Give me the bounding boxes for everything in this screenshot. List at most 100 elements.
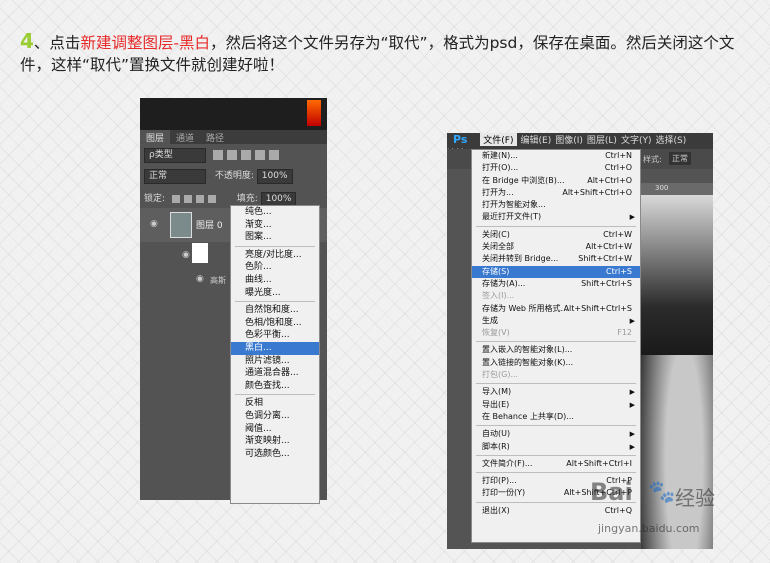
menu-item-label: 关闭并转到 Bridge... [482,254,559,264]
file-menu-item[interactable]: 新建(N)... Ctrl+N [472,150,640,162]
lock-move-icon[interactable] [195,194,204,203]
adjust-filter-icon[interactable] [226,149,237,160]
file-menu-item[interactable]: 存储(S) Ctrl+S [472,265,640,278]
file-menu-item[interactable]: 生成 ▶ [472,315,640,327]
ruler-value: 300 [655,184,669,192]
adjust-menu-item[interactable]: 渐变映射... [231,435,319,448]
tab-layers[interactable]: 图层 [140,130,171,145]
adjust-menu-item[interactable]: 照片滤镜... [231,355,319,368]
file-menu-item: 恢复(V) F12 [472,327,640,339]
menu-item-label: 导入(M) [482,387,512,397]
filter-type-select[interactable]: ρ类型 [144,148,206,163]
file-menu-item[interactable]: 导出(E) ▶ [472,399,640,411]
opacity-input[interactable]: 100% [256,169,293,184]
layer-name[interactable]: 图层 0 [196,218,223,231]
file-menu-item[interactable]: 打开(O)... Ctrl+O [472,162,640,174]
file-menu-item[interactable]: 置入嵌入的智能对象(L)... [472,344,640,356]
adjust-menu-item[interactable]: 通道混合器... [231,367,319,380]
menu-item-label: 置入链接的智能对象(K)... [482,357,574,367]
adjust-menu-item[interactable]: 色相/饱和度... [231,317,319,330]
adjust-menu-item[interactable]: 曲线... [231,274,319,287]
lock-label: 锁定: [144,194,166,204]
menu-item-label: 在 Behance 上共享(D)... [482,411,574,421]
adjust-menu-item[interactable]: 渐变... [231,219,319,232]
file-menu-item[interactable]: 在 Bridge 中浏览(B)... Alt+Ctrl+O [472,175,640,187]
menu-separator [235,394,315,396]
adjust-menu-item[interactable]: 自然饱和度... [231,304,319,317]
lock-brush-icon[interactable] [183,194,192,203]
file-menu-item: 签入(I)... [472,290,640,302]
menu-item-shortcut: Ctrl+S [605,266,632,276]
menu-item-shortcut: Shift+Ctrl+W [578,254,632,264]
file-menu-item[interactable]: 置入链接的智能对象(K)... [472,357,640,369]
adjust-menu-item[interactable]: 黑白... [231,341,319,355]
menu-item-label: 生成 [482,315,498,325]
menu-separator [476,225,636,227]
file-menu-item[interactable]: 关闭并转到 Bridge... Shift+Ctrl+W [472,253,640,265]
file-menu-item[interactable]: 脚本(R) ▶ [472,441,640,453]
menubar-item[interactable]: 图层(L) [587,133,617,146]
style-select[interactable]: 正常 [669,152,691,165]
adjust-menu-item[interactable]: 阈值... [231,423,319,436]
filter-eye-icon[interactable]: ◉ [196,274,204,284]
file-menu-item: 打包(G)... [472,369,640,381]
menu-item-label: 打印一份(Y) [482,488,526,498]
adjust-menu-item[interactable]: 色彩平衡... [231,329,319,342]
menubar-item[interactable]: 选择(S) [655,133,686,146]
lock-pixels-icon[interactable] [171,194,180,203]
menu-item-label: 新建(N)... [482,151,518,160]
lock-all-icon[interactable] [207,194,216,203]
smart-filter-icon[interactable] [268,149,279,160]
text-filter-icon[interactable] [240,149,251,160]
file-menu-item[interactable]: 导入(M) ▶ [472,386,640,398]
adjust-menu-item[interactable]: 曝光度... [231,287,319,300]
adjust-menu-item[interactable]: 色调分离... [231,410,319,423]
eye-icon[interactable]: ◉ [150,219,158,229]
adjust-menu-item[interactable]: 可选颜色... [231,448,319,461]
menubar-item[interactable]: 文字(Y) [621,133,652,146]
file-menu-item[interactable]: 存储为 Web 所用格式... Alt+Shift+Ctrl+S [472,303,640,315]
menubar-item[interactable]: 文件(F) [480,133,517,146]
menu-item-label: 在 Bridge 中浏览(B)... [482,175,565,185]
menu-item-label: 签入(I)... [482,291,515,301]
menu-separator [476,454,636,456]
ruler: 300 [641,183,713,195]
file-menu-item[interactable]: 打开为... Alt+Shift+Ctrl+O [472,187,640,199]
adjust-menu-item[interactable]: 亮度/对比度... [231,249,319,262]
tab-channels[interactable]: 通道 [170,130,200,145]
style-label: 样式: [643,155,662,164]
file-menu-item[interactable]: 文件简介(F)... Alt+Shift+Ctrl+I [472,458,640,470]
image-filter-icon[interactable] [212,149,223,160]
menu-item-shortcut: Alt+Shift+Ctrl+I [566,458,632,468]
photoshop-logo: Ps [453,133,468,146]
file-menu-item[interactable]: 自动(U) ▶ [472,428,640,440]
adjust-menu-item[interactable]: 色阶... [231,261,319,274]
menubar-item[interactable]: 编辑(E) [521,133,552,146]
menu-item-shortcut: Alt+Ctrl+O [587,175,632,185]
shape-filter-icon[interactable] [254,149,265,160]
adjust-menu-item[interactable]: 反相 [231,397,319,410]
adjust-menu-item[interactable]: 颜色查找... [231,380,319,393]
blend-mode-select[interactable]: 正常 [144,169,206,184]
watermark-brand: 经验 [675,486,715,510]
menu-separator [476,472,636,474]
file-menu-item[interactable]: 关闭(C) Ctrl+W [472,229,640,241]
file-menu-item[interactable]: 最近打开文件(T) ▶ [472,211,640,223]
menu-item-shortcut: Ctrl+O [604,163,632,173]
file-menu-item[interactable]: 在 Behance 上共享(D)... [472,411,640,423]
fill-label: 填充: [236,194,258,204]
file-menu-item[interactable]: 关闭全部 Alt+Ctrl+W [472,241,640,253]
file-menu-item[interactable]: 存储为(A)... Shift+Ctrl+S [472,278,640,290]
file-menu-item[interactable]: 打开为智能对象... [472,199,640,211]
menu-item-shortcut: F12 [617,328,632,338]
tab-paths[interactable]: 路径 [200,130,230,145]
menubar-item[interactable]: 图像(I) [555,133,583,146]
menu-item-label: 打开为... [482,187,514,197]
menu-item-shortcut: Shift+Ctrl+S [581,278,632,288]
sublayer-eye-icon[interactable]: ◉ [182,250,190,260]
menu-separator [476,383,636,385]
adjustment-layer-menu: 纯色... 渐变... 图案... 亮度/对比度... 色阶... 曲线... 曝光度...… [230,205,320,504]
adjust-menu-item[interactable]: 图案... [231,231,319,244]
layer-thumbnail [170,212,192,238]
adjust-menu-item[interactable]: 纯色... [231,206,319,219]
